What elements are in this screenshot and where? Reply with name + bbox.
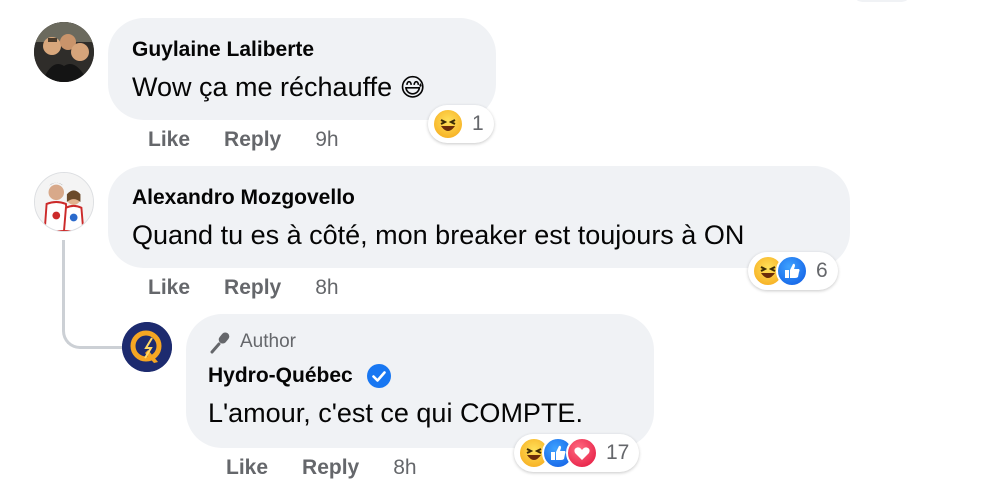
comment-text-body: Wow ça me réchauffe [132,72,393,102]
comment-author[interactable]: Alexandro Mozgovello [132,186,355,210]
comment-timestamp[interactable]: 8h [393,456,416,480]
avatar-alexandro-photo [35,173,93,231]
reply-button[interactable]: Reply [302,456,359,480]
like-button[interactable]: Like [148,276,190,300]
previous-comment-actions: · · · [232,0,263,9]
comment-actions: Like Reply 8h [148,276,339,300]
like-button[interactable]: Like [148,128,190,152]
love-reaction-icon [566,437,598,469]
like-reaction-icon [776,255,808,287]
reaction-summary[interactable]: 1 [428,105,494,143]
reaction-count: 17 [606,441,630,464]
reply-actions: Like Reply 8h [226,456,417,480]
comment-actions: Like Reply 9h [148,128,339,152]
microphone-icon [210,332,230,354]
comment-author: Hydro-Québec [208,364,391,389]
verified-badge-icon [366,364,391,389]
avatar-guylaine[interactable] [34,22,94,82]
comment-text: L'amour, c'est ce qui COMPTE. [208,398,583,428]
reply-bubble: Author Hydro-Québec L'amour, c'est ce qu… [186,314,654,448]
avatar-guylaine-photo [34,22,94,82]
hydro-quebec-logo [122,322,172,372]
reply-button[interactable]: Reply [224,276,281,300]
comment-bubble: Guylaine Laliberte Wow ça me réchauffe 😅 [108,18,496,120]
avatar-alexandro[interactable] [34,172,94,232]
comment-timestamp[interactable]: 9h [315,128,338,152]
reaction-count: 1 [472,112,484,135]
reaction-count: 6 [816,259,828,282]
haha-reaction-icon [432,108,464,140]
reaction-summary[interactable]: 17 [514,434,640,472]
comment-timestamp[interactable]: 8h [315,276,338,300]
previous-reaction-pill [852,0,912,2]
comment-text: Wow ça me réchauffe 😅 [132,72,426,103]
author-badge-label: Author [240,331,296,352]
comment-author[interactable]: Guylaine Laliberte [132,38,314,62]
author-badge: Author [208,330,296,354]
sweat-smile-emoji: 😅 [399,74,426,102]
like-button[interactable]: Like [226,456,268,480]
comment-author-name[interactable]: Hydro-Québec [208,364,353,387]
comment-bubble: Alexandro Mozgovello Quand tu es à côté,… [108,166,850,268]
comment-text: Quand tu es à côté, mon breaker est touj… [132,220,745,250]
avatar-hydro-quebec[interactable] [122,322,172,372]
reply-button[interactable]: Reply [224,128,281,152]
reply-thread-line [62,240,125,349]
reaction-summary[interactable]: 6 [748,252,838,290]
